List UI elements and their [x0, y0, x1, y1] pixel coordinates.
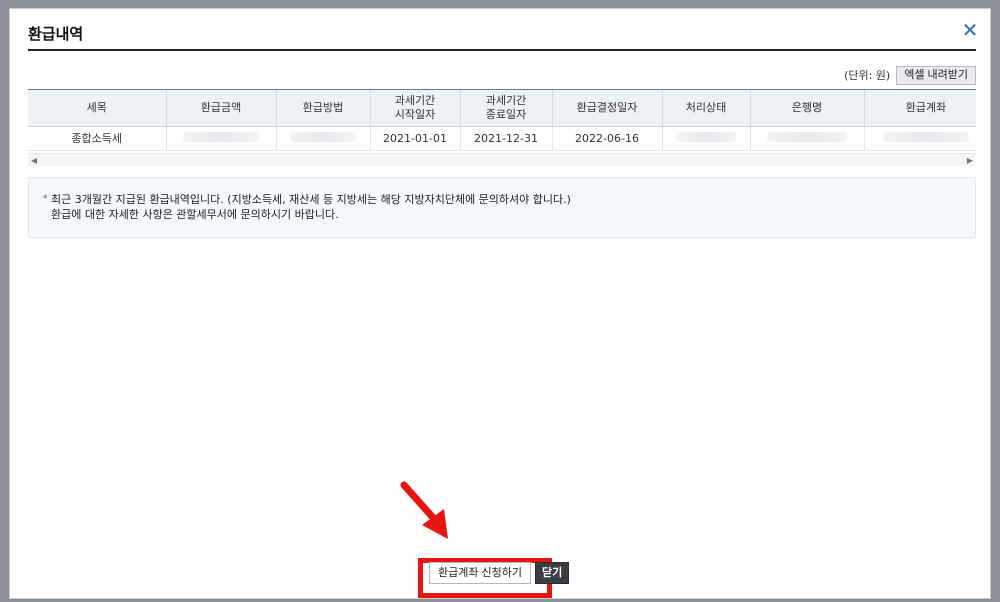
pointer-arrow-icon — [400, 481, 448, 539]
close-button[interactable]: 닫기 — [535, 562, 570, 584]
cell-decision-date: 2022-06-16 — [552, 126, 663, 151]
header-refund-method: 환급방법 — [276, 90, 371, 127]
refund-table-container: 세목 환급금액 환급방법 과세기간 시작일자 과세기간 종료일자 환급결정일자 처리… — [28, 89, 976, 175]
header-tax-item: 세목 — [28, 90, 167, 127]
header-status: 처리상태 — [662, 90, 751, 127]
table-row[interactable]: 종합소득세 2021-01-01 2021-12-31 2022-06-16 — [28, 126, 976, 151]
cell-bank — [750, 126, 865, 151]
cell-status — [662, 126, 751, 151]
cell-period-start: 2021-01-01 — [370, 126, 461, 151]
header-bank: 은행명 — [750, 90, 865, 127]
dialog-title: 환급내역 — [28, 25, 84, 43]
cell-refund-amount — [166, 126, 277, 151]
table-toolbar: (단위: 원) 엑셀 내려받기 — [28, 65, 976, 85]
header-period-end: 과세기간 종료일자 — [460, 90, 553, 127]
cell-refund-method — [276, 126, 371, 151]
cell-tax-item: 종합소득세 — [28, 126, 167, 151]
bullet-icon: * — [43, 194, 48, 204]
table-header-row: 세목 환급금액 환급방법 과세기간 시작일자 과세기간 종료일자 환급결정일자 처리… — [28, 90, 976, 127]
notice-line-1: 최근 3개월간 지급된 환급내역입니다. (지방소득세, 재산세 등 지방세는 … — [51, 193, 571, 206]
notice-box: * 최근 3개월간 지급된 환급내역입니다. (지방소득세, 재산세 등 지방세… — [28, 177, 976, 238]
notice-line-2: 환급에 대한 자세한 사항은 관할세무서에 문의하시기 바랍니다. — [51, 208, 339, 221]
close-icon[interactable]: ✕ — [960, 20, 980, 40]
horizontal-scrollbar[interactable]: ◀ ▶ — [28, 153, 976, 166]
scroll-right-icon[interactable]: ▶ — [964, 154, 976, 167]
header-refund-amount: 환급금액 — [166, 90, 277, 127]
cell-period-end: 2021-12-31 — [460, 126, 553, 151]
unit-label: (단위: 원) — [844, 69, 891, 82]
header-period-start: 과세기간 시작일자 — [370, 90, 461, 127]
scroll-left-icon[interactable]: ◀ — [28, 154, 40, 167]
title-bar: 환급내역 — [28, 23, 976, 51]
header-decision-date: 환급결정일자 — [552, 90, 663, 127]
excel-download-button[interactable]: 엑셀 내려받기 — [896, 65, 976, 85]
refund-history-dialog: 환급내역 ✕ (단위: 원) 엑셀 내려받기 세목 환급금액 환급방법 과세기간… — [9, 8, 991, 599]
refund-table: 세목 환급금액 환급방법 과세기간 시작일자 과세기간 종료일자 환급결정일자 처리… — [28, 90, 976, 151]
dialog-actions: 환급계좌 신청하기 닫기 — [429, 562, 570, 584]
refund-account-apply-button[interactable]: 환급계좌 신청하기 — [429, 562, 532, 584]
header-account: 환급계좌 — [864, 90, 976, 127]
cell-account — [864, 126, 976, 151]
